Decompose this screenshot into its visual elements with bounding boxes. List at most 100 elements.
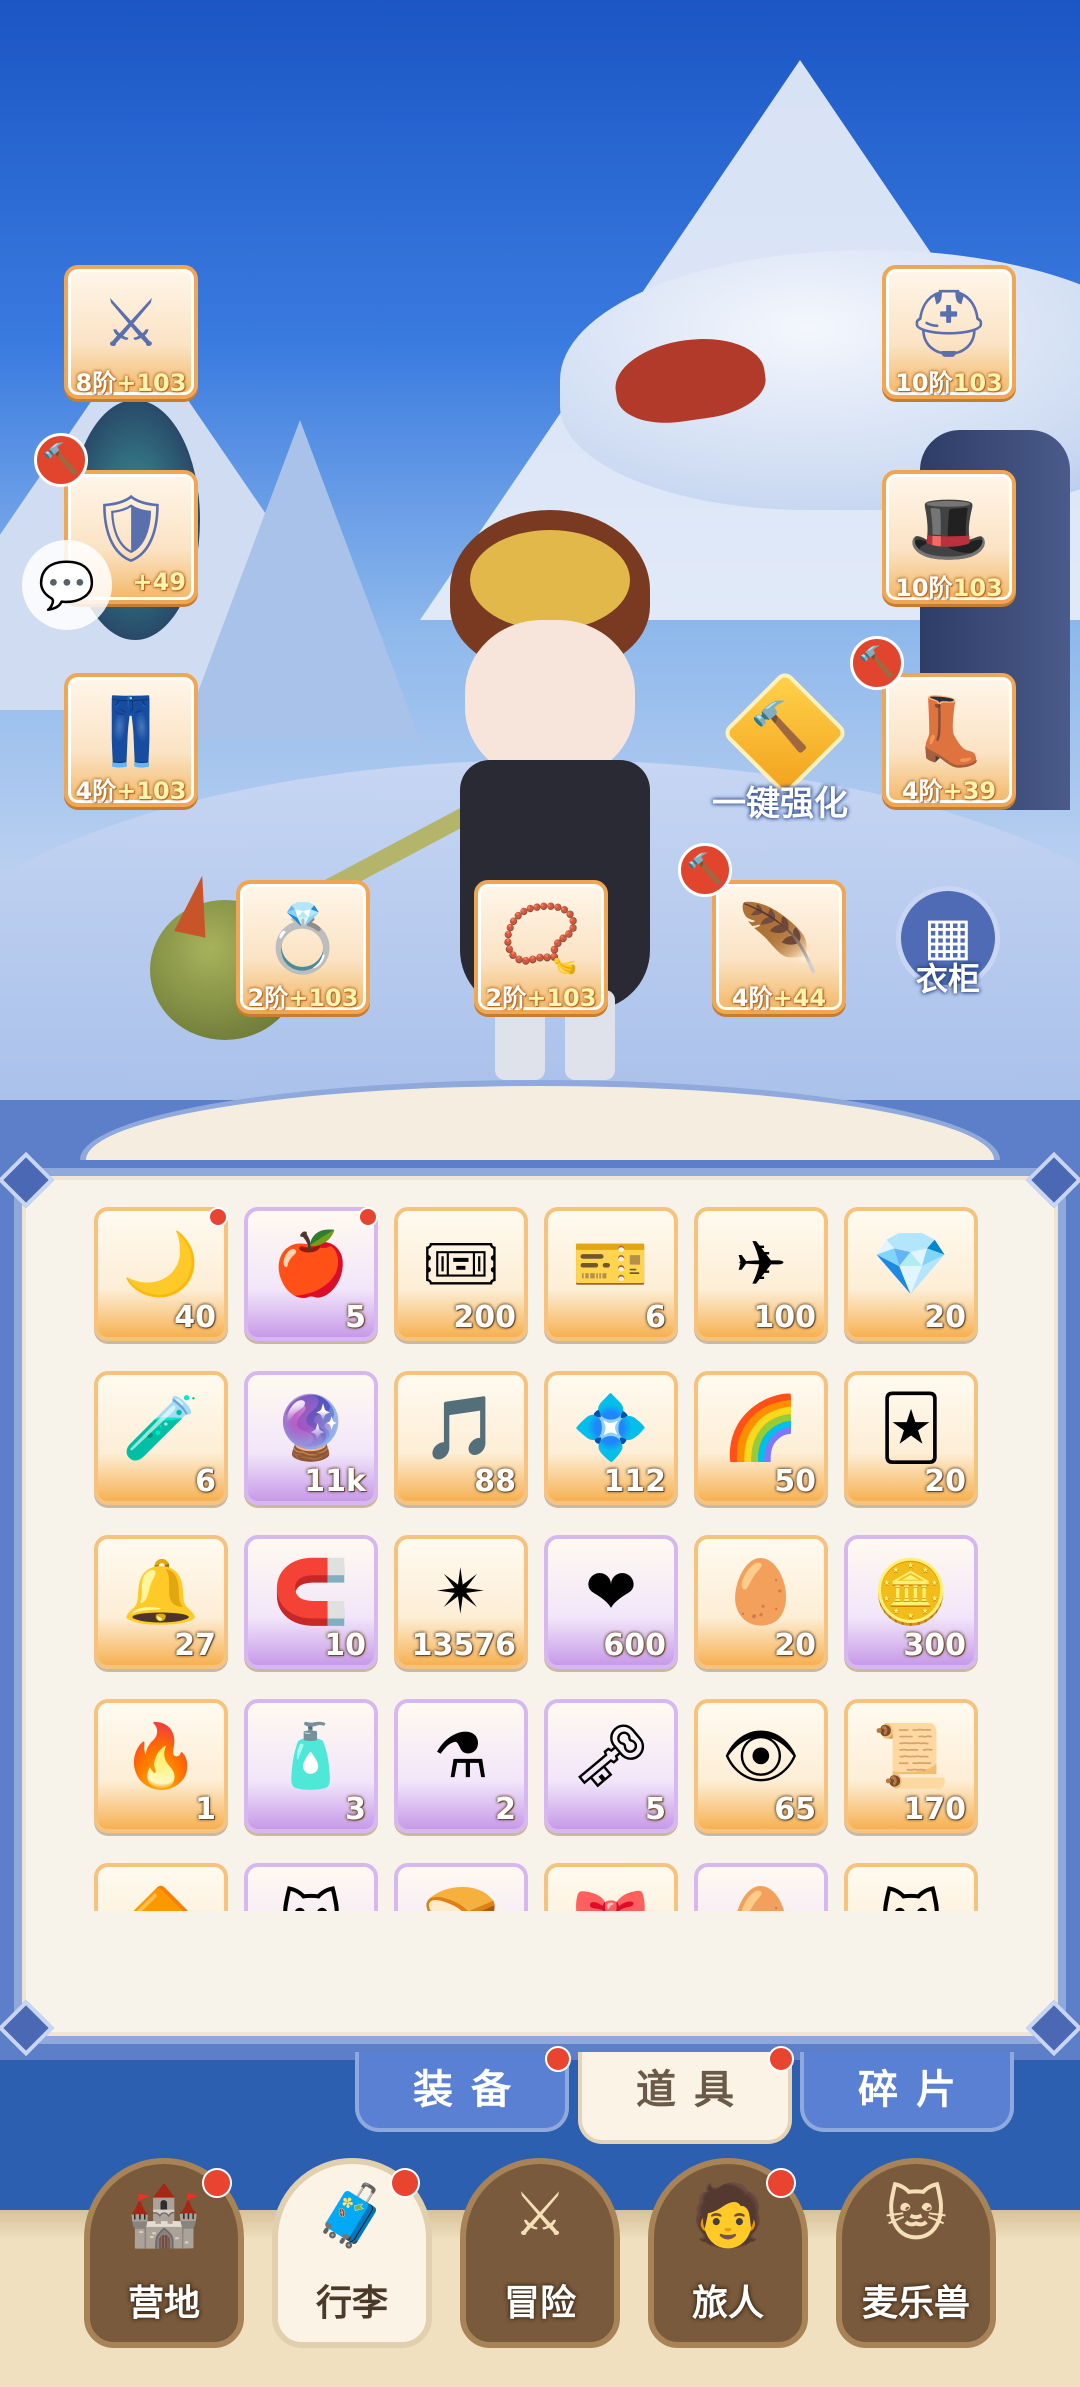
inventory-item[interactable]: ✈ 100 bbox=[694, 1207, 828, 1341]
equip-slot-helmet[interactable]: ⛑ 10阶103 bbox=[882, 265, 1016, 399]
nav-pets[interactable]: 🐱 麦乐兽 bbox=[836, 2158, 996, 2348]
hammer-icon[interactable]: 🔨 bbox=[34, 433, 88, 487]
character-hood-face bbox=[470, 530, 630, 630]
upgrade-all-button[interactable]: 🔨 一键强化 bbox=[705, 669, 855, 824]
pants-icon: 👖 bbox=[89, 693, 173, 770]
slot-level: 4阶+44 bbox=[731, 984, 827, 1012]
equip-slot-weapon[interactable]: ⚔ 8阶+103 bbox=[64, 265, 198, 399]
inventory-item[interactable]: 💎 20 bbox=[844, 1207, 978, 1341]
equip-slot-boots[interactable]: 👢 4阶+39 bbox=[882, 673, 1016, 807]
chat-icon[interactable]: 💬 bbox=[22, 540, 112, 630]
inventory-item[interactable]: 📜 170 bbox=[844, 1699, 978, 1833]
item-icon: 🔔 bbox=[122, 1555, 200, 1628]
item-icon: 🧲 bbox=[272, 1555, 350, 1628]
inventory-item[interactable]: 🧲 10 bbox=[244, 1535, 378, 1669]
tab-label: 装备 bbox=[413, 2067, 529, 2113]
item-icon: 🔥 bbox=[122, 1719, 200, 1792]
inventory-item[interactable]: 🍎 5 bbox=[244, 1207, 378, 1341]
hat-icon: 🎩 bbox=[907, 490, 991, 567]
inventory-item[interactable]: ✴ 13576 bbox=[394, 1535, 528, 1669]
equip-slot-ring[interactable]: 💍 2阶+103 bbox=[236, 880, 370, 1014]
inventory-item[interactable]: 🥚 bbox=[694, 1863, 828, 1911]
inventory-item[interactable]: 🌙 40 bbox=[94, 1207, 228, 1341]
equip-slot-hat[interactable]: 🎩 10阶103 bbox=[882, 470, 1016, 604]
inventory-item[interactable]: 🗝 5 bbox=[544, 1699, 678, 1833]
item-icon: 🎫 bbox=[572, 1227, 650, 1300]
item-quantity: 6 bbox=[195, 1464, 216, 1499]
inventory-item[interactable]: 🎀 bbox=[544, 1863, 678, 1911]
nav-label: 行李 bbox=[315, 2283, 388, 2324]
item-icon: 🐱 bbox=[848, 1875, 974, 1911]
weapon-icon: ⚔ bbox=[101, 285, 161, 362]
inventory-item[interactable]: 🔥 1 bbox=[94, 1699, 228, 1833]
item-icon: ✴ bbox=[435, 1555, 487, 1628]
nav-camp[interactable]: 🏰 营地 bbox=[84, 2158, 244, 2348]
item-icon: 🥚 bbox=[722, 1555, 800, 1628]
item-quantity: 20 bbox=[924, 1300, 966, 1335]
inventory-item[interactable]: 👁 65 bbox=[694, 1699, 828, 1833]
inventory-grid: 🌙 40 🍎 5 🎟 200 🎫 6 ✈ 100 💎 20 🧪 6 🔮 11k 🎵 88 💠 112 🌈 50 🃏 20 🔔 27… bbox=[94, 1207, 994, 1911]
item-icon: 🍞 bbox=[398, 1875, 524, 1911]
equip-slot-feather[interactable]: 🪶 4阶+44 bbox=[712, 880, 846, 1014]
inventory-item[interactable]: 🎟 200 bbox=[394, 1207, 528, 1341]
inventory-item[interactable]: 🃏 20 bbox=[844, 1371, 978, 1505]
item-quantity: 11k bbox=[304, 1464, 366, 1499]
inventory-item[interactable]: 🔔 27 bbox=[94, 1535, 228, 1669]
item-icon: 🃏 bbox=[879, 1391, 943, 1464]
equip-slot-necklace[interactable]: 📿 2阶+103 bbox=[474, 880, 608, 1014]
item-quantity: 200 bbox=[453, 1300, 516, 1335]
inventory-item[interactable]: 🪙 300 bbox=[844, 1535, 978, 1669]
item-quantity: 5 bbox=[645, 1792, 666, 1827]
inventory-item[interactable]: 🎵 88 bbox=[394, 1371, 528, 1505]
slot-level: 4阶+103 bbox=[75, 777, 187, 805]
tab-shards[interactable]: 碎片 bbox=[800, 2052, 1014, 2132]
item-quantity: 10 bbox=[324, 1628, 366, 1663]
item-quantity: 50 bbox=[774, 1464, 816, 1499]
nav-adventure[interactable]: ⚔ 冒险 bbox=[460, 2158, 620, 2348]
inventory-item[interactable]: 🍞 bbox=[394, 1863, 528, 1911]
inventory-item[interactable]: 🥚 20 bbox=[694, 1535, 828, 1669]
item-quantity: 2 bbox=[495, 1792, 516, 1827]
item-icon: 🧴 bbox=[272, 1719, 350, 1792]
inventory-item[interactable]: 🧪 6 bbox=[94, 1371, 228, 1505]
inventory-item[interactable]: 🌈 50 bbox=[694, 1371, 828, 1505]
inventory-item[interactable]: 🐱 bbox=[244, 1863, 378, 1911]
nav-label: 旅人 bbox=[691, 2283, 764, 2324]
inventory-item[interactable]: 💠 112 bbox=[544, 1371, 678, 1505]
tab-equipment[interactable]: 装备 bbox=[355, 2046, 571, 2132]
wardrobe-button[interactable]: ▦ 衣柜 bbox=[890, 886, 1006, 1006]
necklace-icon: 📿 bbox=[499, 900, 583, 977]
inventory-item[interactable]: 🐱 bbox=[844, 1863, 978, 1911]
item-quantity: 300 bbox=[903, 1628, 966, 1663]
item-quantity: 170 bbox=[903, 1792, 966, 1827]
item-quantity: 20 bbox=[924, 1464, 966, 1499]
hammer-icon[interactable]: 🔨 bbox=[678, 843, 732, 897]
item-quantity: 3 bbox=[345, 1792, 366, 1827]
item-icon: 🎀 bbox=[548, 1875, 674, 1911]
tab-items[interactable]: 道具 bbox=[578, 2046, 794, 2144]
nav-label: 营地 bbox=[127, 2283, 200, 2324]
slot-level: 2阶+103 bbox=[485, 984, 597, 1012]
item-quantity: 40 bbox=[174, 1300, 216, 1335]
item-quantity: 13576 bbox=[411, 1628, 516, 1663]
notification-dot bbox=[768, 2046, 794, 2072]
equip-slot-pants[interactable]: 👖 4阶+103 bbox=[64, 673, 198, 807]
item-icon: ⚗ bbox=[433, 1719, 489, 1792]
item-icon: 🔮 bbox=[272, 1391, 350, 1464]
item-quantity: 5 bbox=[345, 1300, 366, 1335]
upgrade-all-label: 一键强化 bbox=[712, 784, 848, 824]
nav-traveler[interactable]: 🧑 旅人 bbox=[648, 2158, 808, 2348]
inventory-item[interactable]: ⚗ 2 bbox=[394, 1699, 528, 1833]
hammer-icon[interactable]: 🔨 bbox=[850, 636, 904, 690]
item-quantity: 65 bbox=[774, 1792, 816, 1827]
inventory-item[interactable]: 🔶 bbox=[94, 1863, 228, 1911]
nav-bag[interactable]: 🧳 行李 bbox=[272, 2158, 432, 2348]
inventory-item[interactable]: 🧴 3 bbox=[244, 1699, 378, 1833]
cat-icon: 🐱 bbox=[884, 2180, 948, 2250]
inventory-item[interactable]: ❤ 600 bbox=[544, 1535, 678, 1669]
item-quantity: 6 bbox=[645, 1300, 666, 1335]
notification-dot bbox=[358, 1207, 378, 1227]
inventory-item[interactable]: 🔮 11k bbox=[244, 1371, 378, 1505]
notification-dot bbox=[202, 2168, 232, 2198]
inventory-item[interactable]: 🎫 6 bbox=[544, 1207, 678, 1341]
